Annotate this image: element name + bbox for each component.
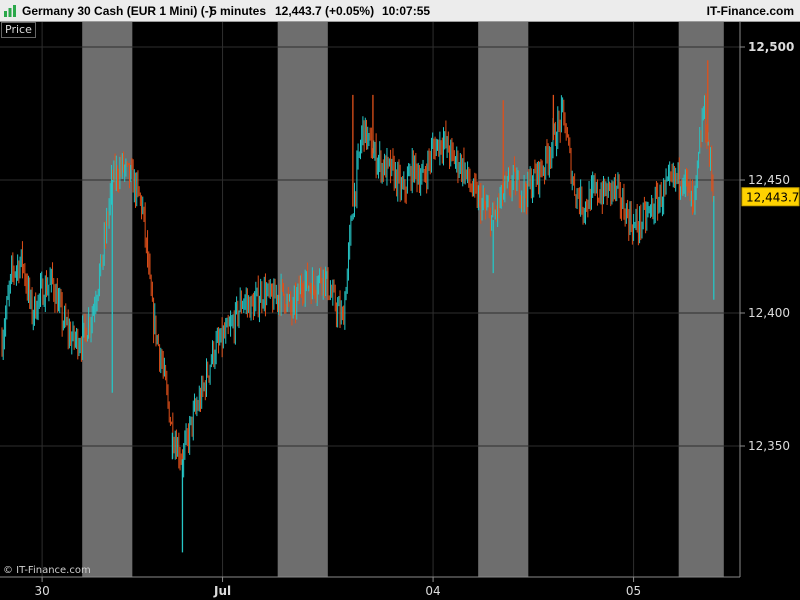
y-tick-label: 12,400 (748, 306, 790, 320)
session-shade-0 (82, 22, 133, 577)
price-chart[interactable]: 12,500 12,450 12,400 12,350 30 Jul 04 05 12,443.… (0, 0, 800, 600)
price-panel-label: Price (1, 22, 36, 38)
x-tick-label: 04 (425, 584, 440, 598)
x-tick-label: 30 (34, 584, 49, 598)
y-tick-label: 12,500 (748, 40, 794, 54)
y-tick-label: 12,350 (748, 439, 790, 453)
session-shade-3 (678, 22, 724, 577)
y-tick-label: 12,450 (748, 173, 790, 187)
current-price-label: 12,443.7 (746, 190, 799, 204)
credit-text: © IT-Finance.com (3, 565, 91, 576)
x-tick-label: 05 (626, 584, 641, 598)
x-tick-label: Jul (213, 584, 231, 598)
